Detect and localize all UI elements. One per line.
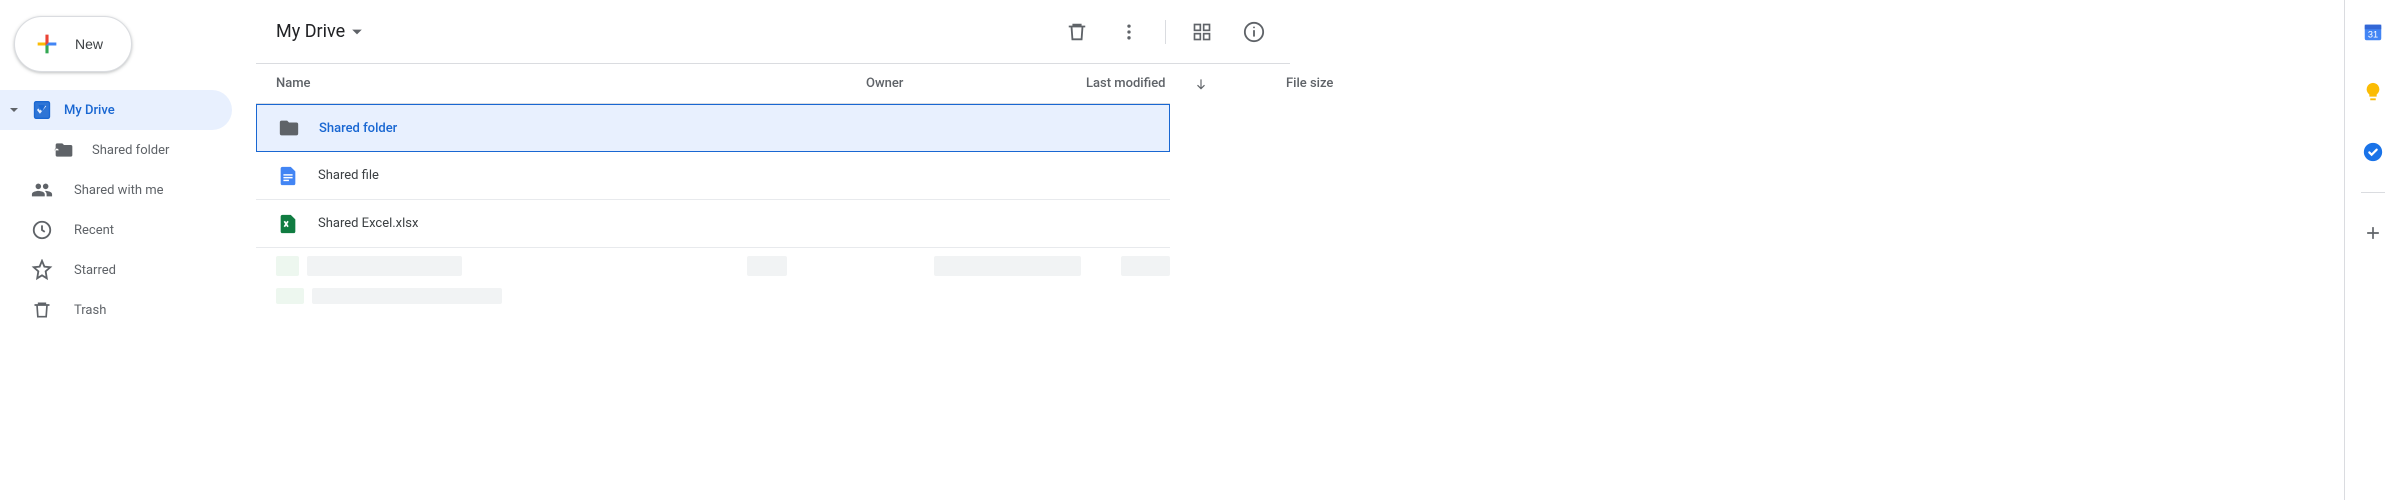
shared-xlsx-icon <box>276 212 300 236</box>
sidebar-item-label: Shared with me <box>74 183 164 198</box>
header-actions <box>1057 12 1274 52</box>
file-name: Shared folder <box>319 121 397 136</box>
loading-placeholder-row <box>256 248 1170 284</box>
side-panel: 31 <box>2344 0 2400 500</box>
people-icon <box>30 178 54 202</box>
sort-arrow-down-icon <box>1194 77 1208 91</box>
table-row[interactable]: Shared folder <box>256 104 1170 152</box>
star-icon <box>30 258 54 282</box>
calendar-app-button[interactable]: 31 <box>2353 12 2393 52</box>
breadcrumb[interactable]: My Drive <box>272 17 367 46</box>
sidebar-item-label: Shared folder <box>92 143 169 158</box>
spacer <box>1300 0 2344 500</box>
remove-button[interactable] <box>1057 12 1097 52</box>
file-name: Shared Excel.xlsx <box>318 216 418 231</box>
keep-icon <box>2362 81 2384 103</box>
file-list: Shared folder Shared file Shared Excel.x… <box>256 104 1170 248</box>
keep-app-button[interactable] <box>2353 72 2393 112</box>
svg-text:31: 31 <box>2367 30 2377 40</box>
sidebar-item-shared-with-me[interactable]: Shared with me <box>0 170 232 210</box>
sidebar-item-trash[interactable]: Trash <box>0 290 232 330</box>
more-actions-button[interactable] <box>1109 12 1149 52</box>
tasks-app-button[interactable] <box>2353 132 2393 172</box>
sidebar-item-recent[interactable]: Recent <box>0 210 232 250</box>
sidebar-item-shared-folder[interactable]: Shared folder <box>0 130 232 170</box>
shared-folder-icon <box>277 116 301 140</box>
calendar-icon: 31 <box>2362 21 2384 43</box>
new-button-label: New <box>75 36 103 52</box>
file-name: Shared file <box>318 168 379 183</box>
sidebar-item-label: Recent <box>74 223 114 238</box>
shared-doc-icon <box>276 164 300 188</box>
view-details-button[interactable] <box>1234 12 1274 52</box>
sidebar-item-my-drive[interactable]: My Drive <box>0 90 232 130</box>
trash-icon <box>1066 21 1088 43</box>
plus-icon <box>33 30 61 58</box>
table-row[interactable]: Shared Excel.xlsx <box>256 200 1170 248</box>
column-header-modified[interactable]: Last modified <box>1086 76 1286 91</box>
info-icon <box>1243 21 1265 43</box>
nav-list: My Drive Shared folder Shared with me Re… <box>0 90 256 330</box>
content-header: My Drive <box>256 0 1290 64</box>
clock-icon <box>30 218 54 242</box>
sidebar-item-starred[interactable]: Starred <box>0 250 232 290</box>
column-header-owner[interactable]: Owner <box>866 76 1086 91</box>
sidebar-item-label: My Drive <box>64 103 115 118</box>
separator <box>1165 20 1166 44</box>
column-header-name[interactable]: Name <box>276 76 866 91</box>
chevron-down-icon <box>351 26 363 38</box>
separator <box>2361 192 2385 193</box>
more-vert-icon <box>1119 22 1139 42</box>
collapse-arrow-icon[interactable] <box>8 104 20 116</box>
table-header: Name Owner Last modified File size <box>256 64 1170 104</box>
grid-view-icon <box>1192 22 1212 42</box>
tasks-icon <box>2362 141 2384 163</box>
main-content: My Drive <box>256 0 1300 500</box>
breadcrumb-label: My Drive <box>276 21 345 42</box>
new-button[interactable]: New <box>14 16 132 72</box>
shared-folder-icon <box>52 138 76 162</box>
sidebar-item-label: Starred <box>74 263 116 278</box>
table-row[interactable]: Shared file <box>256 152 1170 200</box>
grid-view-button[interactable] <box>1182 12 1222 52</box>
sidebar: New My Drive Shared folder Shared with m… <box>0 0 256 500</box>
sidebar-item-label: Trash <box>74 303 106 318</box>
add-icon <box>2363 223 2383 243</box>
trash-icon <box>30 298 54 322</box>
get-addons-button[interactable] <box>2353 213 2393 253</box>
drive-icon <box>30 98 54 122</box>
loading-placeholder-row <box>256 284 1170 308</box>
